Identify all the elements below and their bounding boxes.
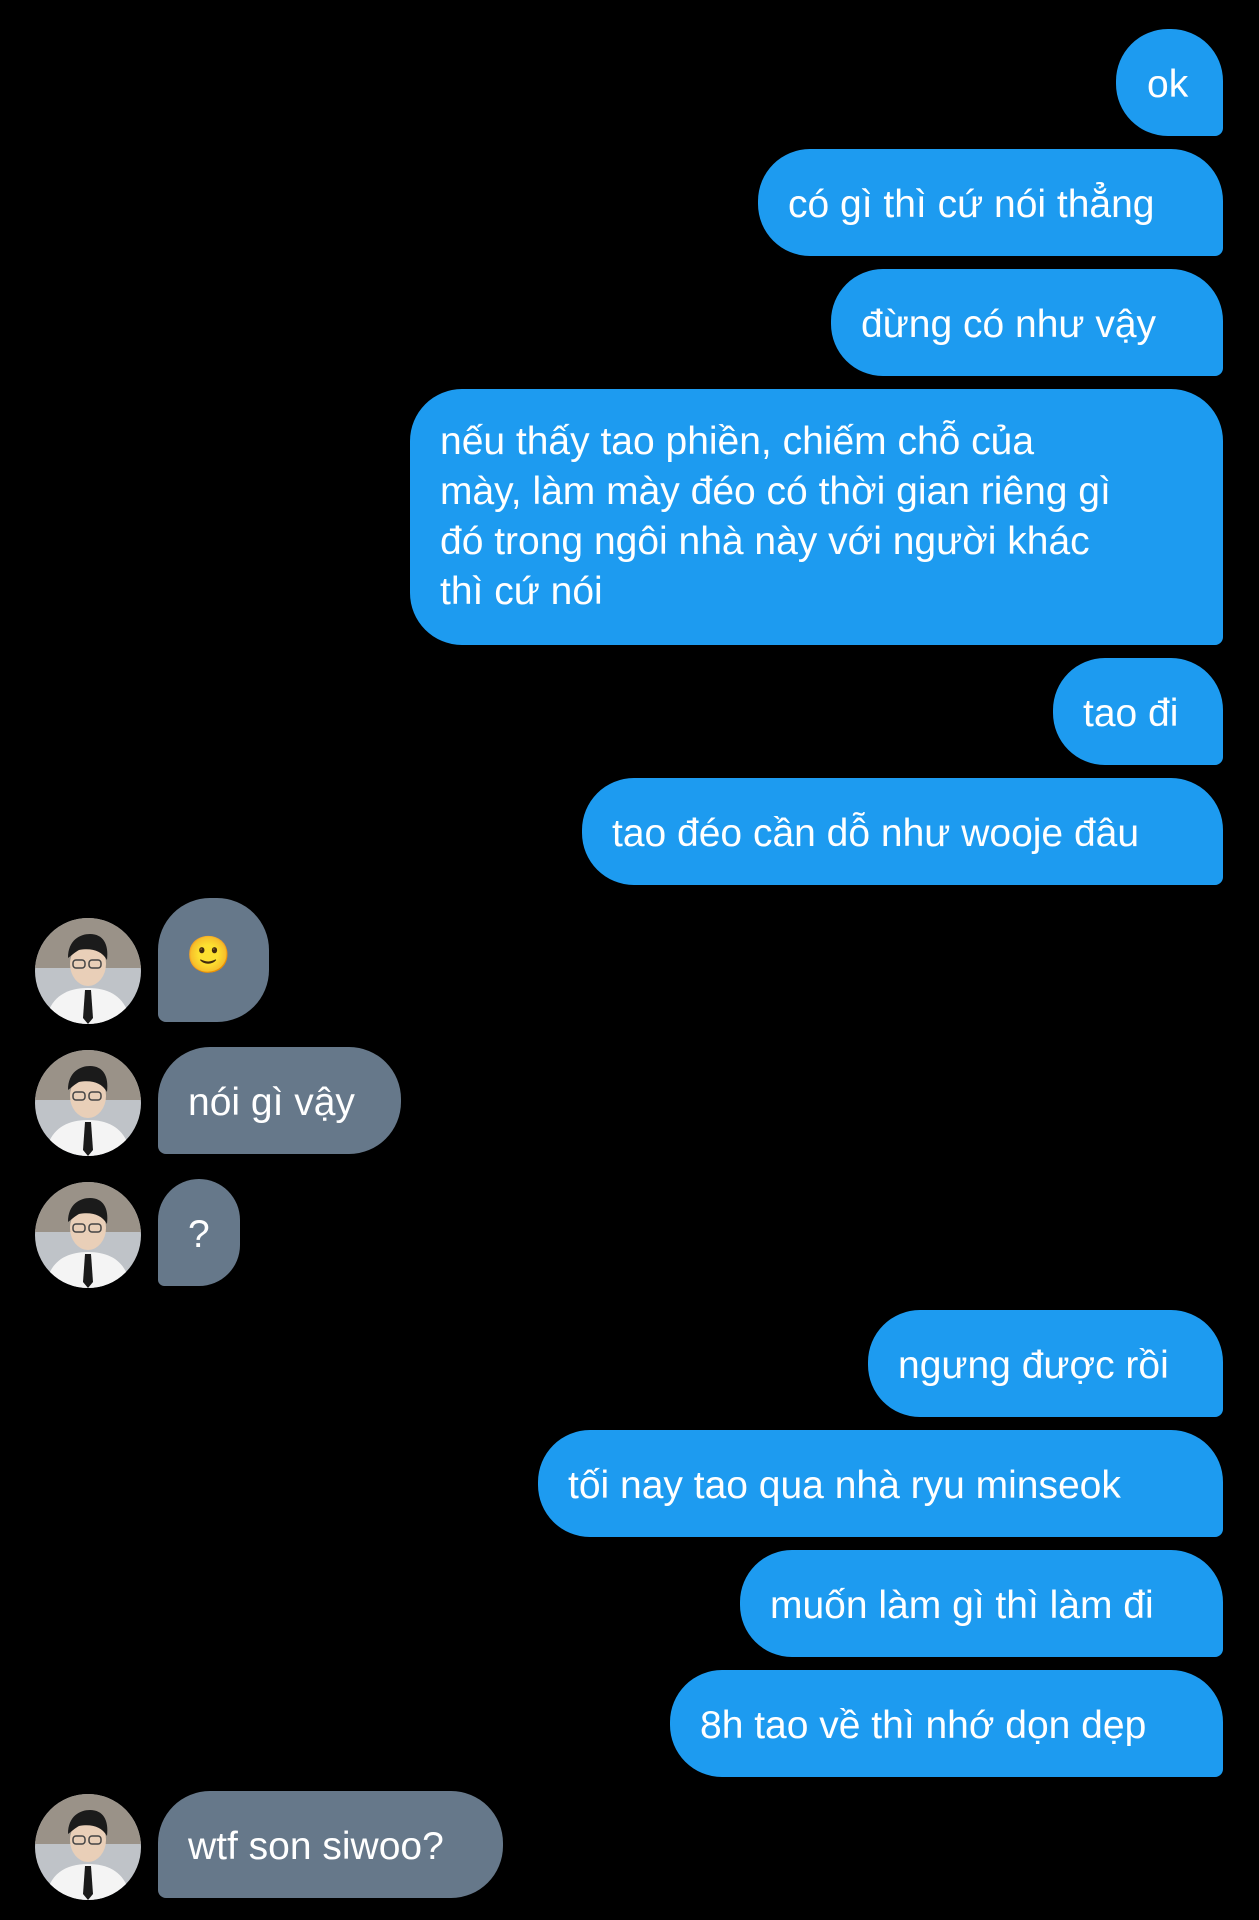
outgoing-message[interactable]: ngưng được rồi [868, 1310, 1223, 1417]
outgoing-message[interactable]: đừng có như vậy [831, 269, 1223, 376]
emoji-slightly-smiling-face: 🙂 [186, 934, 231, 975]
outgoing-message[interactable]: nếu thấy tao phiền, chiếm chỗ của mày, l… [410, 389, 1223, 645]
incoming-message[interactable]: wtf son siwoo? [158, 1791, 503, 1898]
incoming-message[interactable]: 🙂 [158, 898, 269, 1022]
message-text: ok [1147, 63, 1189, 106]
message-text: 8h tao về thì nhớ dọn dẹp [700, 1704, 1147, 1747]
chat-thread: ok có gì thì cứ nói thẳng đừng có như vậ… [0, 0, 1259, 1920]
outgoing-message[interactable]: tao đéo cần dỗ như wooje đâu [582, 778, 1223, 885]
message-text: đó trong ngôi nhà này với người khác [440, 520, 1090, 563]
message-text: đừng có như vậy [861, 303, 1157, 346]
message-text: nói gì vậy [188, 1081, 355, 1124]
incoming-message[interactable]: ? [158, 1179, 240, 1286]
message-text: ? [188, 1213, 210, 1256]
message-text: nếu thấy tao phiền, chiếm chỗ của [440, 420, 1035, 463]
outgoing-message[interactable]: 8h tao về thì nhớ dọn dẹp [670, 1670, 1223, 1777]
contact-avatar[interactable] [35, 1182, 141, 1288]
message-text: ngưng được rồi [898, 1344, 1169, 1387]
avatar-photo-icon [35, 1182, 141, 1288]
avatar-photo-icon [35, 1794, 141, 1900]
message-text: muốn làm gì thì làm đi [770, 1584, 1154, 1627]
outgoing-message[interactable]: có gì thì cứ nói thẳng [758, 149, 1223, 256]
avatar-photo-icon [35, 1050, 141, 1156]
avatar-photo-icon [35, 918, 141, 1024]
contact-avatar[interactable] [35, 1050, 141, 1156]
message-text: tao đi [1083, 692, 1179, 735]
outgoing-message[interactable]: tao đi [1053, 658, 1223, 765]
contact-avatar[interactable] [35, 918, 141, 1024]
outgoing-message[interactable]: muốn làm gì thì làm đi [740, 1550, 1223, 1657]
message-text: mày, làm mày đéo có thời gian riêng gì [440, 470, 1111, 513]
message-text: thì cứ nói [440, 570, 603, 613]
message-text: có gì thì cứ nói thẳng [788, 183, 1155, 226]
outgoing-message[interactable]: tối nay tao qua nhà ryu minseok [538, 1430, 1223, 1537]
outgoing-message[interactable]: ok [1116, 29, 1223, 136]
incoming-message[interactable]: nói gì vậy [158, 1047, 401, 1154]
contact-avatar[interactable] [35, 1794, 141, 1900]
message-text: tao đéo cần dỗ như wooje đâu [612, 812, 1140, 855]
message-text: tối nay tao qua nhà ryu minseok [568, 1464, 1121, 1507]
message-text: wtf son siwoo? [188, 1825, 444, 1868]
